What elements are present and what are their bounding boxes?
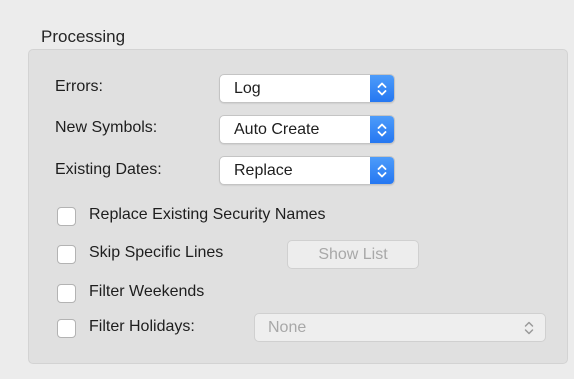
updown-chevron-icon — [370, 157, 394, 184]
updown-chevron-icon — [524, 321, 534, 335]
existing-dates-popup-value: Replace — [234, 162, 293, 179]
existing-dates-label: Existing Dates: — [55, 161, 162, 178]
replace-names-checkbox[interactable] — [57, 207, 76, 226]
errors-popup-value: Log — [234, 80, 261, 97]
new-symbols-label: New Symbols: — [55, 119, 158, 136]
replace-names-label[interactable]: Replace Existing Security Names — [89, 206, 326, 224]
filter-weekends-label[interactable]: Filter Weekends — [89, 283, 204, 301]
updown-chevron-icon — [370, 116, 394, 143]
group-title: Processing — [41, 27, 126, 46]
holidays-popup-value: None — [268, 319, 307, 336]
filter-holidays-checkbox[interactable] — [57, 319, 76, 338]
errors-label: Errors: — [55, 78, 103, 95]
updown-chevron-icon — [370, 75, 394, 102]
holidays-popup[interactable]: None — [254, 313, 546, 342]
show-list-button[interactable]: Show List — [287, 240, 419, 269]
existing-dates-popup[interactable]: Replace — [219, 156, 395, 185]
filter-weekends-checkbox[interactable] — [57, 284, 76, 303]
new-symbols-popup-value: Auto Create — [234, 121, 320, 138]
filter-holidays-label[interactable]: Filter Holidays: — [89, 318, 195, 336]
errors-popup[interactable]: Log — [219, 74, 395, 103]
skip-lines-label[interactable]: Skip Specific Lines — [89, 244, 223, 262]
new-symbols-popup[interactable]: Auto Create — [219, 115, 395, 144]
skip-lines-checkbox[interactable] — [57, 245, 76, 264]
